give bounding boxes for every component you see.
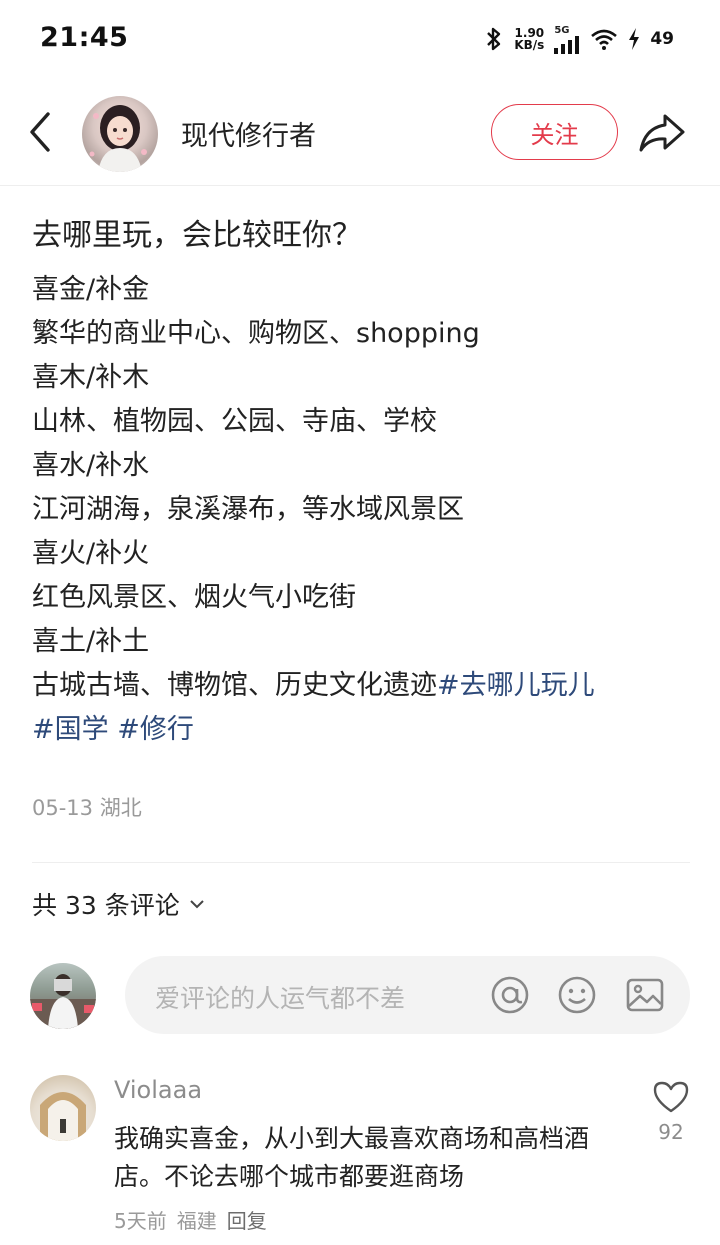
signal-group: 5G	[554, 25, 580, 54]
comment-meta: 5天前 福建 回复	[114, 1205, 267, 1234]
comment-input-placeholder: 爱评论的人运气都不差	[155, 984, 406, 1013]
bluetooth-icon	[487, 27, 501, 51]
network-speed-unit: KB/s	[514, 38, 545, 52]
hashtag-link[interactable]: #国学	[32, 714, 109, 745]
back-button[interactable]	[22, 110, 62, 154]
post-line: 喜金/补金	[32, 274, 150, 305]
hashtag-link[interactable]: #去哪儿玩儿	[437, 670, 595, 701]
status-bar: 21:45 1.90 KB/s 5G 49	[0, 0, 720, 78]
post-meta: 05-13 湖北	[32, 792, 142, 822]
status-icons: 1.90 KB/s 5G 49	[484, 24, 674, 54]
comment-text: 我确实喜金，从小到大最喜欢商场和高档酒店。不论去哪个城市都要逛商场	[114, 1124, 590, 1191]
heart-icon	[653, 1081, 689, 1113]
comment-count-label: 共 33 条评论	[32, 891, 180, 920]
share-icon	[639, 114, 685, 152]
post-line-with-tag: 古城古墙、博物馆、历史文化遗迹#去哪儿玩儿	[32, 664, 692, 708]
commenter-avatar-image	[40, 1092, 86, 1141]
status-time: 21:45	[40, 22, 129, 53]
post-line: 江河湖海，泉溪瀑布，等水域风景区	[32, 494, 464, 525]
emoji-icon[interactable]	[557, 975, 597, 1015]
like-button[interactable]: 92	[650, 1080, 692, 1160]
signal-icon	[554, 35, 580, 54]
commenter-name[interactable]: Violaaa	[114, 1076, 202, 1104]
post-title: 去哪里玩，会比较旺你？	[32, 218, 362, 253]
post-location: 湖北	[99, 796, 142, 820]
share-button[interactable]	[637, 108, 687, 158]
chevron-down-icon	[190, 900, 204, 909]
battery-value: 49	[650, 29, 674, 49]
chevron-left-icon	[30, 112, 50, 152]
current-user-avatar	[30, 963, 96, 1029]
comment-time: 5天前	[114, 1209, 167, 1233]
post-header: 现代修行者 关注	[0, 88, 720, 186]
post-line: 喜水/补水	[32, 450, 150, 481]
current-user-avatar-image	[30, 974, 96, 1029]
comment-location: 福建	[176, 1209, 217, 1233]
comment-input[interactable]: 爱评论的人运气都不差	[125, 956, 690, 1034]
post-line: 喜木/补木	[32, 362, 150, 393]
author-name[interactable]: 现代修行者	[181, 114, 316, 153]
wifi-icon	[591, 29, 618, 50]
hashtag-link[interactable]: #修行	[117, 714, 194, 745]
post-date: 05-13	[32, 796, 94, 820]
image-icon[interactable]	[625, 975, 665, 1015]
divider	[32, 862, 690, 863]
author-avatar-image	[89, 105, 147, 172]
network-speed: 1.90 KB/s	[514, 27, 544, 51]
commenter-avatar[interactable]	[30, 1075, 96, 1141]
post-line: 红色风景区、烟火气小吃街	[32, 582, 356, 613]
post-line: 喜土/补土	[32, 626, 150, 657]
reply-button[interactable]: 回复	[227, 1205, 267, 1234]
follow-button[interactable]: 关注	[491, 104, 618, 160]
post-line: 古城古墙、博物馆、历史文化遗迹	[32, 670, 437, 701]
author-avatar[interactable]	[82, 96, 158, 172]
post-body: 喜金/补金 繁华的商业中心、购物区、shopping 喜木/补木 山林、植物园、…	[32, 268, 692, 752]
at-icon[interactable]	[490, 975, 530, 1015]
post-tags-line: #国学 #修行	[32, 708, 692, 752]
like-count: 92	[658, 1120, 684, 1144]
network-type: 5G	[554, 24, 570, 36]
post-line: 山林、植物园、公园、寺庙、学校	[32, 406, 437, 437]
charging-icon	[629, 28, 640, 50]
comment-count-toggle[interactable]: 共 33 条评论	[32, 886, 206, 922]
post-line: 繁华的商业中心、购物区、shopping	[32, 318, 480, 349]
post-line: 喜火/补火	[32, 538, 150, 569]
battery-level: 49	[644, 29, 674, 49]
